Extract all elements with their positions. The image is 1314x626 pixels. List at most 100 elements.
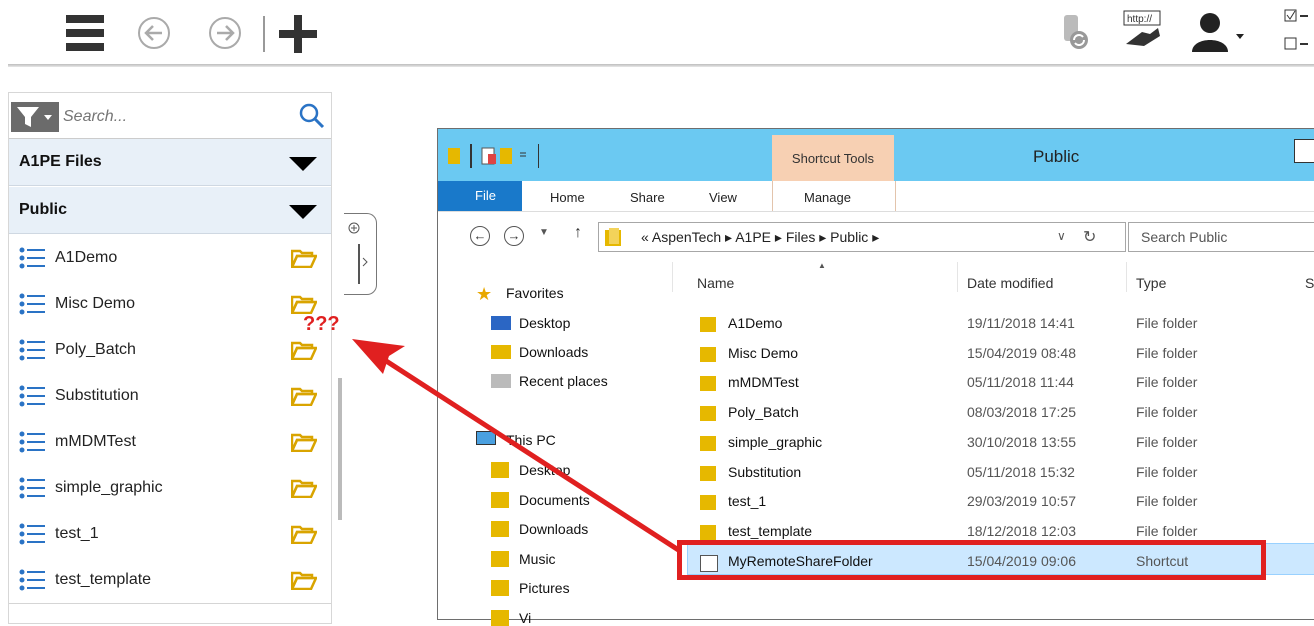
file-date: 18/12/2018 12:03 [967, 522, 1076, 539]
folder-icon [700, 346, 716, 362]
column-date-modified[interactable]: Date modified [967, 275, 1053, 291]
nav-thispc-item[interactable]: Music [491, 550, 556, 567]
file-name: test_template [728, 522, 813, 539]
file-type: File folder [1136, 344, 1198, 361]
column-size[interactable]: S [1305, 275, 1314, 291]
tab-manage[interactable]: Manage [804, 190, 851, 205]
file-type: File folder [1136, 315, 1198, 331]
navigator-item[interactable]: mMDMTest [9, 419, 331, 466]
tab-view[interactable]: View [709, 190, 737, 205]
nav-item-label: Vi [519, 609, 532, 626]
navigator-item[interactable]: test_template [9, 557, 331, 604]
list-icon [19, 385, 45, 407]
search-icon[interactable] [299, 103, 325, 129]
minimize-button[interactable] [1294, 139, 1314, 163]
filter-dropdown-button[interactable] [11, 102, 59, 132]
navigator-item[interactable]: Misc Demo [9, 281, 331, 328]
column-type[interactable]: Type [1136, 275, 1166, 291]
explorer-search-input[interactable]: Search Public [1128, 222, 1314, 252]
nav-item-label: Recent places [519, 373, 608, 389]
navigator-item[interactable]: simple_graphic [9, 465, 331, 512]
shortcut-tools-label: Shortcut Tools [791, 151, 875, 166]
file-type: File folder [1136, 493, 1198, 510]
navigator-item[interactable]: A1Demo [9, 235, 331, 282]
navigator-item[interactable]: test_1 [9, 511, 331, 558]
nav-thispc-item[interactable]: Documents [491, 491, 590, 508]
favorite-icon [491, 374, 511, 388]
open-folder-icon[interactable] [291, 432, 317, 452]
nav-thispc-item[interactable]: Vi [491, 609, 532, 626]
file-type: File folder [1136, 374, 1198, 391]
nav-favorites-item[interactable]: Downloads [491, 344, 588, 360]
file-navigator-panel: A1PE Files Public A1Demo Misc Demo Poly_Ba… [8, 92, 332, 624]
web-link-icon[interactable]: http:// [1120, 10, 1166, 50]
open-folder-icon[interactable] [291, 570, 317, 590]
folder-icon [700, 317, 716, 332]
tab-file[interactable]: File [438, 181, 522, 211]
tab-label: File [475, 188, 496, 203]
hamburger-menu-icon[interactable] [66, 15, 104, 51]
a1pe-files-header[interactable]: A1PE Files [9, 139, 331, 186]
navigator-item-label: Poly_Batch [55, 341, 136, 358]
open-folder-icon[interactable] [291, 524, 317, 544]
refresh-icon[interactable]: ↻ [1083, 227, 1096, 247]
nav-favorites-item[interactable]: Desktop [491, 315, 570, 331]
file-type: File folder [1136, 522, 1198, 539]
open-folder-icon[interactable] [291, 386, 317, 406]
column-name[interactable]: Name [697, 275, 734, 291]
database-sync-icon[interactable] [1060, 13, 1090, 51]
column-divider [957, 262, 958, 292]
address-bar[interactable]: « AspenTech ▸ A1PE ▸ Files ▸ Public ▸ ∨ … [598, 222, 1126, 252]
nav-thispc-item[interactable]: Downloads [491, 521, 588, 537]
forward-arrow-icon[interactable] [208, 16, 242, 50]
open-folder-icon[interactable] [291, 340, 317, 360]
list-icon [19, 431, 45, 453]
open-folder-icon[interactable] [291, 478, 317, 498]
address-dropdown-icon[interactable]: ∨ [1057, 229, 1066, 243]
file-name: Misc Demo [728, 344, 799, 361]
nav-item-label: Pictures [519, 580, 570, 596]
chevron-down-icon[interactable] [289, 157, 317, 171]
navigator-item-label: mMDMTest [55, 433, 136, 450]
file-date: 19/11/2018 14:41 [967, 315, 1075, 331]
up-arrow-icon[interactable]: ↑ [574, 224, 582, 242]
nav-thispc-item[interactable]: Desktop [491, 462, 570, 478]
navigator-item[interactable]: Poly_Batch [9, 327, 331, 374]
navigator-item-label: test_template [55, 571, 152, 588]
open-folder-icon[interactable] [291, 294, 317, 314]
tab-home[interactable]: Home [550, 190, 585, 205]
navigator-item-label: Substitution [55, 387, 139, 404]
public-header[interactable]: Public [9, 187, 331, 234]
file-date: 15/04/2019 08:48 [967, 344, 1076, 361]
ribbon-tabs: File Home Share View Manage [438, 181, 1314, 212]
checkbox-options-icon[interactable] [1284, 8, 1314, 56]
nav-item-label: Desktop [519, 315, 571, 331]
shortcut-tools-tab-header: Shortcut Tools [772, 135, 894, 181]
quick-access-toolbar-icon[interactable] [448, 144, 588, 168]
open-folder-icon[interactable] [291, 248, 317, 268]
user-account-icon[interactable] [1190, 12, 1246, 52]
library-folder-icon [491, 550, 509, 567]
folder-icon [700, 465, 716, 481]
back-arrow-icon[interactable] [137, 16, 171, 50]
library-folder-icon [491, 491, 509, 508]
navigator-item[interactable]: Substitution [9, 373, 331, 420]
back-icon[interactable]: ← [470, 226, 490, 246]
tab-share[interactable]: Share [630, 190, 665, 205]
forward-icon[interactable]: → [504, 226, 524, 246]
search-input[interactable] [61, 102, 297, 132]
file-name: test_1 [728, 493, 767, 510]
nav-thispc-item[interactable]: Pictures [491, 580, 570, 596]
nav-this-pc[interactable]: This PC [506, 432, 556, 448]
nav-favorites[interactable]: Favorites [506, 285, 564, 301]
file-name: mMDMTest [728, 374, 799, 391]
panel-scrollbar[interactable] [338, 378, 342, 520]
chevron-down-icon[interactable] [289, 205, 317, 219]
panel-collapse-handle[interactable] [344, 213, 377, 295]
folder-icon [700, 495, 716, 511]
library-folder-icon [491, 521, 509, 537]
add-icon[interactable] [279, 15, 317, 53]
nav-favorites-item[interactable]: Recent places [491, 373, 608, 389]
recent-locations-icon[interactable]: ▼ [539, 227, 549, 238]
navigator-item-label: A1Demo [55, 249, 118, 266]
